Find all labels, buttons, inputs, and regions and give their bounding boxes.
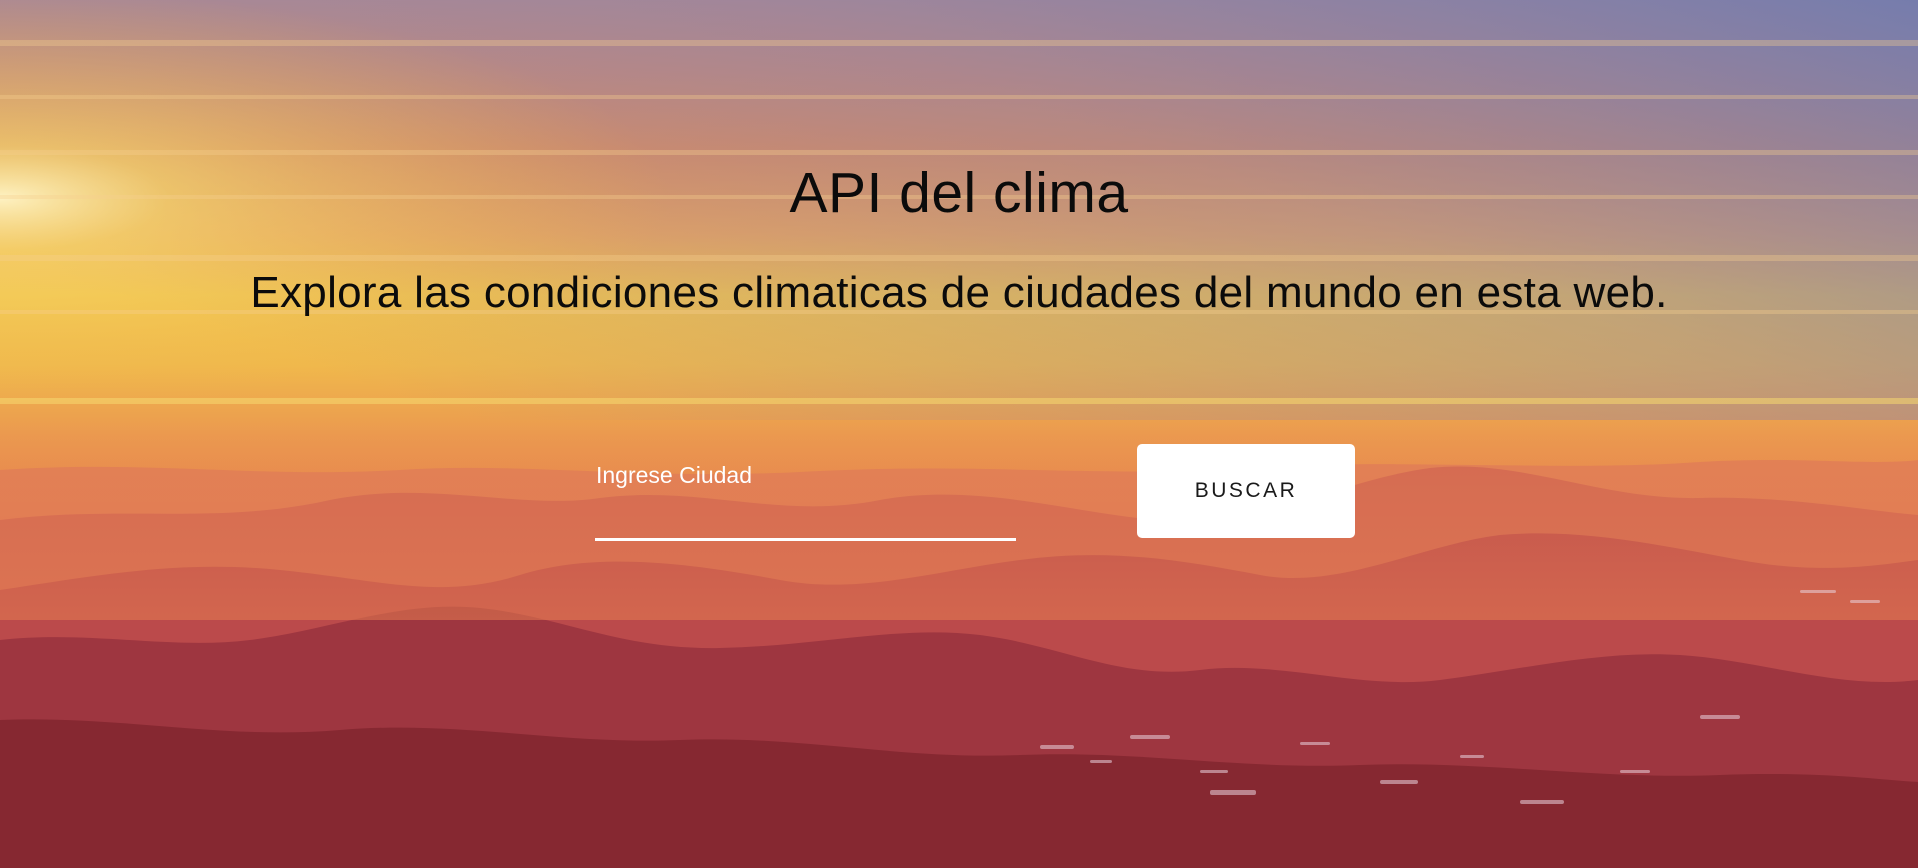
hero-section: API del clima Explora las condiciones cl…	[0, 0, 1918, 868]
page-subtitle: Explora las condiciones climaticas de ci…	[250, 268, 1668, 317]
page-title: API del clima	[789, 161, 1129, 225]
city-field[interactable]: Ingrese Ciudad	[595, 440, 1016, 541]
city-input[interactable]	[595, 492, 1016, 532]
buscar-button[interactable]: BUSCAR	[1137, 444, 1355, 538]
city-field-label: Ingrese Ciudad	[596, 462, 752, 488]
city-search-form: Ingrese Ciudad BUSCAR	[595, 440, 1355, 541]
